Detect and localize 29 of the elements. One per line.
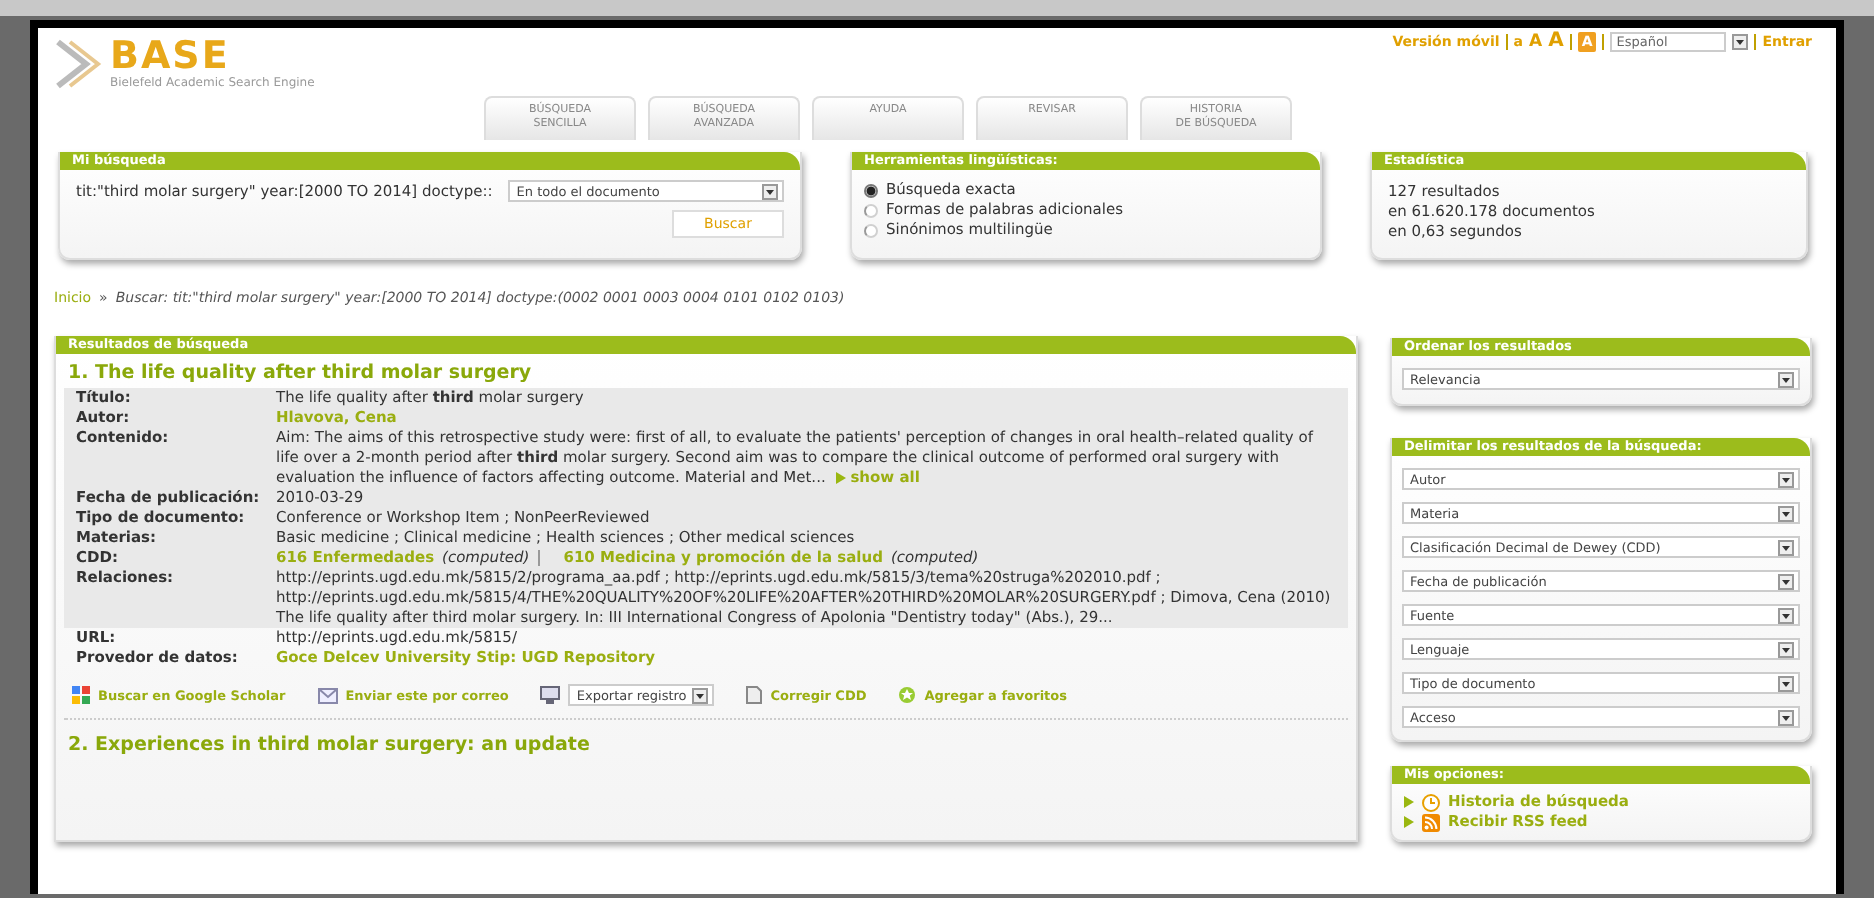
bullet-icon [1404, 796, 1414, 808]
bullet-icon [1404, 816, 1414, 828]
dropdown-arrow-icon[interactable] [762, 183, 778, 199]
bullet-icon [835, 471, 846, 484]
dropdown-arrow-icon[interactable] [1778, 573, 1794, 589]
logo[interactable]: BASE [110, 36, 315, 76]
monitor-icon [540, 686, 561, 704]
dropdown-arrow-icon[interactable] [1778, 607, 1794, 623]
dropdown-arrow-icon[interactable] [1778, 709, 1794, 725]
dropdown-arrow-icon[interactable] [1778, 539, 1794, 555]
clock-icon [1422, 793, 1440, 811]
radio-button[interactable] [864, 183, 878, 197]
google-icon [72, 686, 90, 704]
envelope-icon [317, 687, 338, 703]
dropdown-arrow-icon[interactable] [1778, 371, 1794, 387]
result-title-link[interactable]: 2. Experiences in third molar surgery: an update [64, 732, 1348, 760]
font-size-link[interactable]: A [1548, 32, 1564, 52]
document-icon [746, 686, 763, 704]
result-title-link[interactable]: 1. The life quality after third molar surgery [64, 360, 1348, 388]
dropdown-arrow-icon[interactable] [1778, 471, 1794, 487]
rss-icon [1422, 813, 1440, 831]
star-icon [898, 686, 917, 704]
dropdown-arrow-icon[interactable] [1778, 641, 1794, 657]
font-size-link[interactable]: A [1528, 32, 1543, 52]
logo-chevron-icon [54, 38, 106, 90]
dropdown-arrow-icon[interactable] [1778, 505, 1794, 521]
dropdown-arrow-icon[interactable] [692, 687, 709, 703]
dropdown-arrow-icon[interactable] [1732, 34, 1749, 50]
dropdown-arrow-icon[interactable] [1778, 675, 1794, 691]
